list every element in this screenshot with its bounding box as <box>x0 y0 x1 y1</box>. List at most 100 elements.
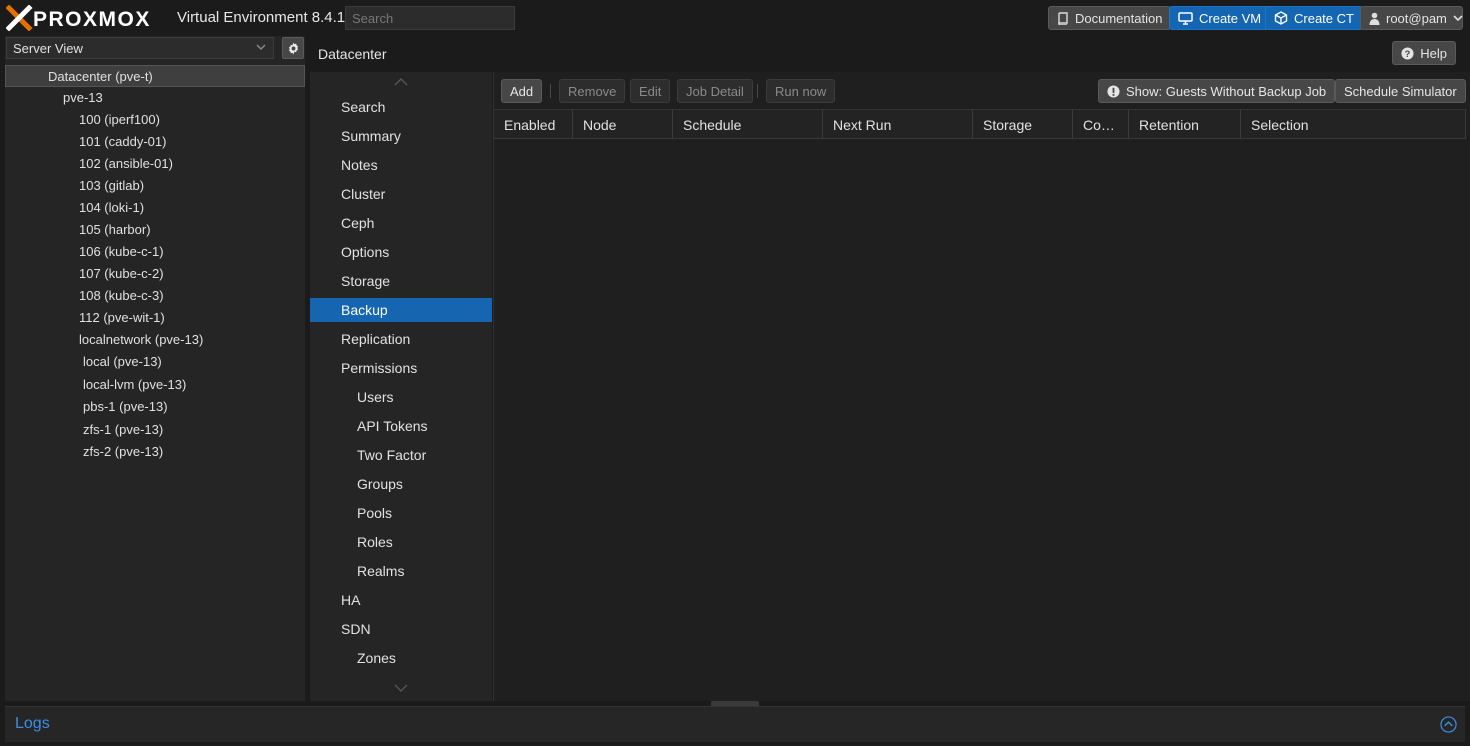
nav-item-search[interactable]: Search <box>310 95 492 119</box>
tree-settings-button[interactable] <box>282 37 304 59</box>
chevron-up-circle-icon[interactable] <box>1440 716 1457 733</box>
tree-item-storage[interactable]: zfs-1 (pve-13) <box>5 419 305 441</box>
chevron-down-icon[interactable] <box>11 72 21 82</box>
nav-item-two-factor[interactable]: Two Factor <box>310 443 492 467</box>
nav-item-groups[interactable]: Groups <box>310 472 492 496</box>
column-storage[interactable]: Storage <box>973 110 1073 139</box>
column-comment[interactable]: Co… <box>1073 110 1129 139</box>
nav-item-notes[interactable]: Notes <box>310 153 492 177</box>
nav-item-label: Users <box>357 389 394 405</box>
tree-item-storage[interactable]: local-lvm (pve-13) <box>5 374 305 396</box>
nav-item-ceph[interactable]: Ceph <box>310 211 492 235</box>
remove-button[interactable]: Remove <box>559 79 626 103</box>
tree-item-storage[interactable]: zfs-2 (pve-13) <box>5 441 305 463</box>
floppy-icon <box>318 302 334 318</box>
tree-item-vm-label: 104 (loki-1) <box>79 200 145 215</box>
add-button[interactable]: Add <box>501 79 543 103</box>
run-now-button[interactable]: Run now <box>766 79 836 103</box>
nav-item-replication[interactable]: Replication <box>310 327 492 351</box>
toolbar-separator <box>550 84 551 98</box>
add-label: Add <box>510 83 534 99</box>
column-enabled[interactable]: Enabled <box>494 110 573 139</box>
tree-item-storage-label: pbs-1 (pve-13) <box>83 399 168 415</box>
vm-stopped-icon <box>53 111 73 129</box>
nav-item-users[interactable]: Users <box>310 385 492 409</box>
user-menu-button[interactable]: root@pam <box>1360 6 1463 30</box>
view-selector-value: Server View <box>13 41 83 56</box>
nav-item-options[interactable]: Options <box>310 240 492 264</box>
scroll-down-icon[interactable] <box>394 684 408 692</box>
nav-item-roles[interactable]: Roles <box>310 530 492 554</box>
tree-item-storage[interactable]: local (pve-13) <box>5 351 305 373</box>
show-guests-without-backup-button[interactable]: Show: Guests Without Backup Job <box>1098 79 1336 103</box>
nav-item-api-tokens[interactable]: API Tokens <box>310 414 492 438</box>
job-detail-button[interactable]: Job Detail <box>677 79 753 103</box>
logs-title[interactable]: Logs <box>15 715 50 733</box>
server-icon <box>318 186 334 202</box>
note-icon <box>318 157 334 173</box>
tree-item-vm[interactable]: 101 (caddy-01) <box>5 131 305 153</box>
schedule-simulator-button[interactable]: Schedule Simulator <box>1335 79 1466 103</box>
documentation-button[interactable]: Documentation <box>1048 6 1172 30</box>
brand-text: PROXMOX <box>33 8 151 31</box>
create-ct-button[interactable]: Create CT <box>1265 6 1363 30</box>
nav-item-storage[interactable]: Storage <box>310 269 492 293</box>
search-input[interactable] <box>345 6 515 30</box>
tree-item-network[interactable]: localnetwork (pve-13) <box>5 329 305 351</box>
nav-item-label: SDN <box>341 621 371 637</box>
edit-button[interactable]: Edit <box>630 79 671 103</box>
nav-item-summary[interactable]: Summary <box>310 124 492 148</box>
nav-item-cluster[interactable]: Cluster <box>310 182 492 206</box>
nav-item-label: Groups <box>357 476 403 492</box>
user-icon <box>334 389 350 405</box>
logs-panel: Logs <box>5 706 1465 742</box>
tree-item-datacenter[interactable]: Datacenter (pve-t) <box>5 65 305 87</box>
column-retention[interactable]: Retention <box>1129 110 1241 139</box>
tree-item-vm[interactable]: 103 (gitlab) <box>5 175 305 197</box>
tree-item-vm[interactable]: 100 (iperf100) <box>5 109 305 131</box>
tree-item-vm-label: 108 (kube-c-3) <box>79 288 164 303</box>
edit-label: Edit <box>639 83 662 99</box>
chevron-down-icon[interactable] <box>26 93 36 103</box>
column-schedule[interactable]: Schedule <box>673 110 823 139</box>
create-vm-button[interactable]: Create VM <box>1169 6 1271 30</box>
vm-running-icon <box>53 243 73 261</box>
column-node[interactable]: Node <box>573 110 673 139</box>
cube-icon <box>1274 11 1288 25</box>
nav-item-label: Replication <box>341 331 411 347</box>
nav-item-pools[interactable]: Pools <box>310 501 492 525</box>
nav-item-ha[interactable]: HA <box>310 588 492 612</box>
tree-item-vm[interactable]: 105 (harbor) <box>5 219 305 241</box>
column-selection[interactable]: Selection <box>1241 110 1466 139</box>
nav-item-label: Pools <box>357 505 393 521</box>
product-title: Virtual Environment 8.4.14 <box>177 9 354 26</box>
nav-item-realms[interactable]: Realms <box>310 559 492 583</box>
view-selector[interactable]: Server View <box>6 37 274 59</box>
tree-item-storage[interactable]: pbs-1 (pve-13) <box>5 396 305 418</box>
nav-item-label: Options <box>341 244 390 260</box>
tree-item-vm[interactable]: 106 (kube-c-1) <box>5 241 305 263</box>
nav-item-label: Realms <box>357 563 405 579</box>
nav-item-backup[interactable]: Backup <box>310 298 492 322</box>
tree-item-vm[interactable]: 102 (ansible-01) <box>5 153 305 175</box>
tree-item-vm[interactable]: 107 (kube-c-2) <box>5 263 305 285</box>
tree-item-vm-label: 103 (gitlab) <box>79 178 145 193</box>
backup-grid-header: Enabled Node Schedule Next Run Storage C… <box>494 109 1466 139</box>
nav-item-label: Search <box>341 99 386 115</box>
nav-item-permissions[interactable]: Permissions <box>310 356 492 380</box>
tree-item-vm[interactable]: 104 (loki-1) <box>5 197 305 219</box>
tree-item-vm[interactable]: 108 (kube-c-3) <box>5 285 305 307</box>
nav-item-label: Zones <box>357 650 396 666</box>
column-next-run[interactable]: Next Run <box>823 110 973 139</box>
key-icon <box>334 447 350 463</box>
tree-item-node[interactable]: pve-13 <box>5 87 305 109</box>
nav-item-sdn[interactable]: SDN <box>310 617 492 641</box>
address-book-icon <box>334 563 350 579</box>
tree-item-vm[interactable]: 112 (pve-wit-1) <box>5 307 305 329</box>
tree-item-vm-label: 112 (pve-wit-1) <box>79 310 165 325</box>
nav-item-zones[interactable]: Zones <box>310 646 492 670</box>
scroll-up-icon[interactable] <box>394 78 408 86</box>
nav-item-label: API Tokens <box>357 418 428 434</box>
help-button[interactable]: ? Help <box>1392 41 1456 65</box>
tags-icon <box>334 505 350 521</box>
